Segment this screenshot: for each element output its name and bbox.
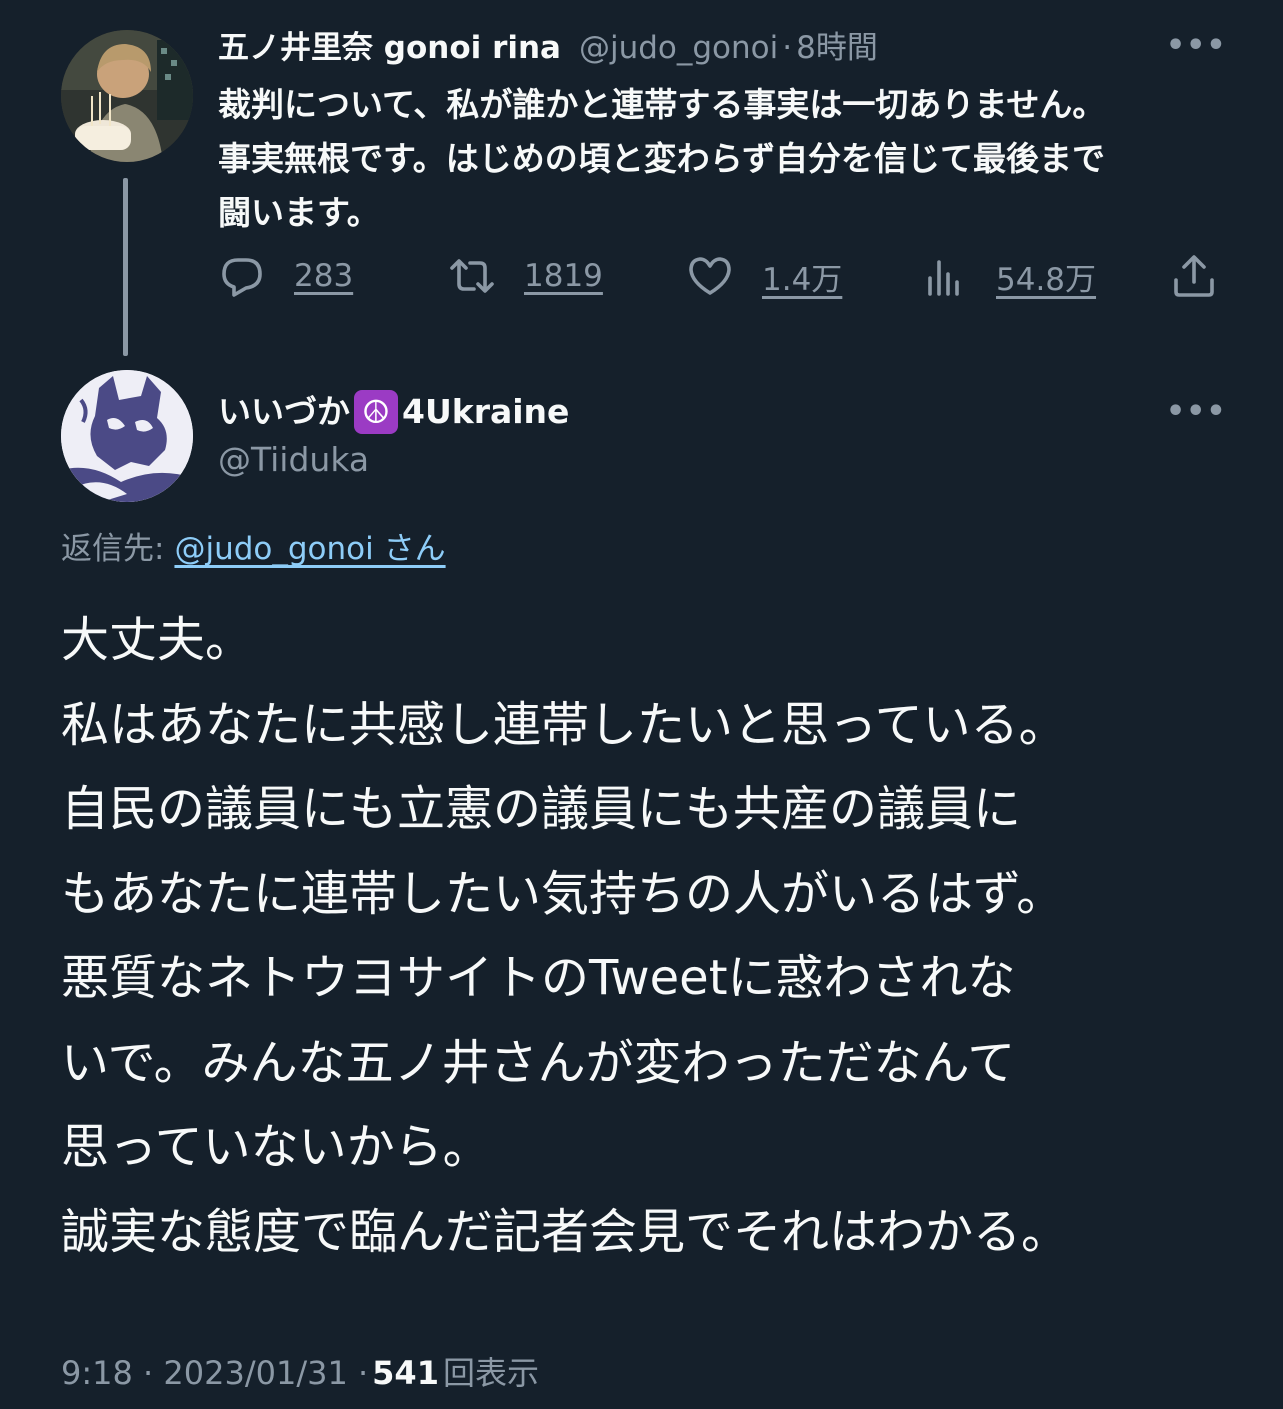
tweet-text-line: もあなたに連帯したい気持ちの人がいるはず。	[61, 865, 1065, 922]
tweet-detail-page: 五ノ井里奈 gonoi rina @judo_gonoi · 8時間 ••• 裁…	[0, 0, 1283, 1409]
tweet-text-line: 悪質なネトウヨサイトのTweetに惑わされな	[61, 950, 1016, 1006]
views-button[interactable]: 54.8万	[920, 246, 1096, 306]
author-name-text: いいづか	[218, 392, 350, 431]
tweet-text: 裁判について、私が誰かと連帯する事実は一切ありません。 事実無根です。はじめの頃…	[218, 78, 1228, 240]
reply-to-link[interactable]: @judo_gonoi さん	[174, 531, 445, 567]
like-count[interactable]: 1.4万	[762, 254, 842, 299]
reply-to-context: 返信先: @judo_gonoi さん	[61, 526, 446, 572]
tweet-view-count: 541	[372, 1354, 439, 1392]
tweet-text-line: 私はあなたに共感し連帯したいと思っている。	[61, 696, 1067, 753]
share-button[interactable]	[1170, 246, 1218, 306]
tweet-text: 大丈夫。 私はあなたに共感し連帯したいと思っている。 自民の議員にも立憲の議員に…	[61, 598, 1241, 1274]
tweet-text-line: 自民の議員にも立憲の議員にも共産の議員に	[61, 781, 1022, 837]
author-name-suffix: 4Ukraine	[402, 392, 570, 431]
reply-icon	[222, 258, 262, 297]
heart-icon	[689, 257, 731, 295]
tweet-text-line: 闘います。	[218, 193, 380, 232]
tweet-text-line: 大丈夫。	[61, 612, 254, 668]
separator: ·	[782, 30, 793, 66]
author-name[interactable]: いいづか ☮ 4Ukraine	[218, 388, 569, 436]
retweet-count[interactable]: 1819	[524, 258, 603, 294]
tweet-header: 五ノ井里奈 gonoi rina @judo_gonoi · 8時間	[218, 26, 878, 70]
thread-connector-line	[123, 178, 128, 356]
tweet-text-line: 思っていないから。	[61, 1119, 491, 1175]
retweet-icon	[450, 259, 494, 293]
avatar[interactable]	[61, 30, 193, 162]
more-options-icon[interactable]: •••	[1166, 390, 1226, 434]
tweet-text-line: 誠実な態度で臨んだ記者会見でそれはわかる。	[61, 1203, 1070, 1260]
tweet-timestamp[interactable]: 9:18 · 2023/01/31 ·	[61, 1346, 368, 1400]
author-handle[interactable]: @Tiiduka	[218, 438, 369, 482]
like-button[interactable]: 1.4万	[686, 246, 842, 306]
analytics-icon	[928, 260, 959, 296]
more-options-icon[interactable]: •••	[1166, 24, 1226, 68]
view-count[interactable]: 54.8万	[996, 254, 1096, 299]
reply-button[interactable]: 283	[218, 246, 353, 306]
retweet-button[interactable]: 1819	[448, 246, 603, 306]
avatar[interactable]	[61, 370, 193, 502]
tweet-actions: 283 1819 1.4万 54.8万	[218, 246, 1228, 306]
reply-to-label: 返信先:	[61, 531, 165, 567]
tweet-text-line: 裁判について、私が誰かと連帯する事実は一切ありません。	[218, 85, 1106, 124]
tweet-time[interactable]: 8時間	[796, 26, 878, 70]
author-name[interactable]: 五ノ井里奈 gonoi rina	[218, 26, 561, 70]
tweet-text-line: いで。みんな五ノ井さんが変わっただなんて	[61, 1034, 1016, 1091]
peace-emoji-icon: ☮	[354, 390, 398, 434]
tweet-view-label: 回表示	[442, 1354, 539, 1392]
author-handle[interactable]: @judo_gonoi	[579, 26, 778, 70]
share-icon	[1174, 255, 1214, 297]
tweet-text-line: 事実無根です。はじめの頃と変わらず自分を信じて最後まで	[218, 139, 1106, 178]
tweet-meta: 9:18 · 2023/01/31 · 541 回表示	[61, 1346, 539, 1400]
reply-count[interactable]: 283	[294, 258, 353, 294]
